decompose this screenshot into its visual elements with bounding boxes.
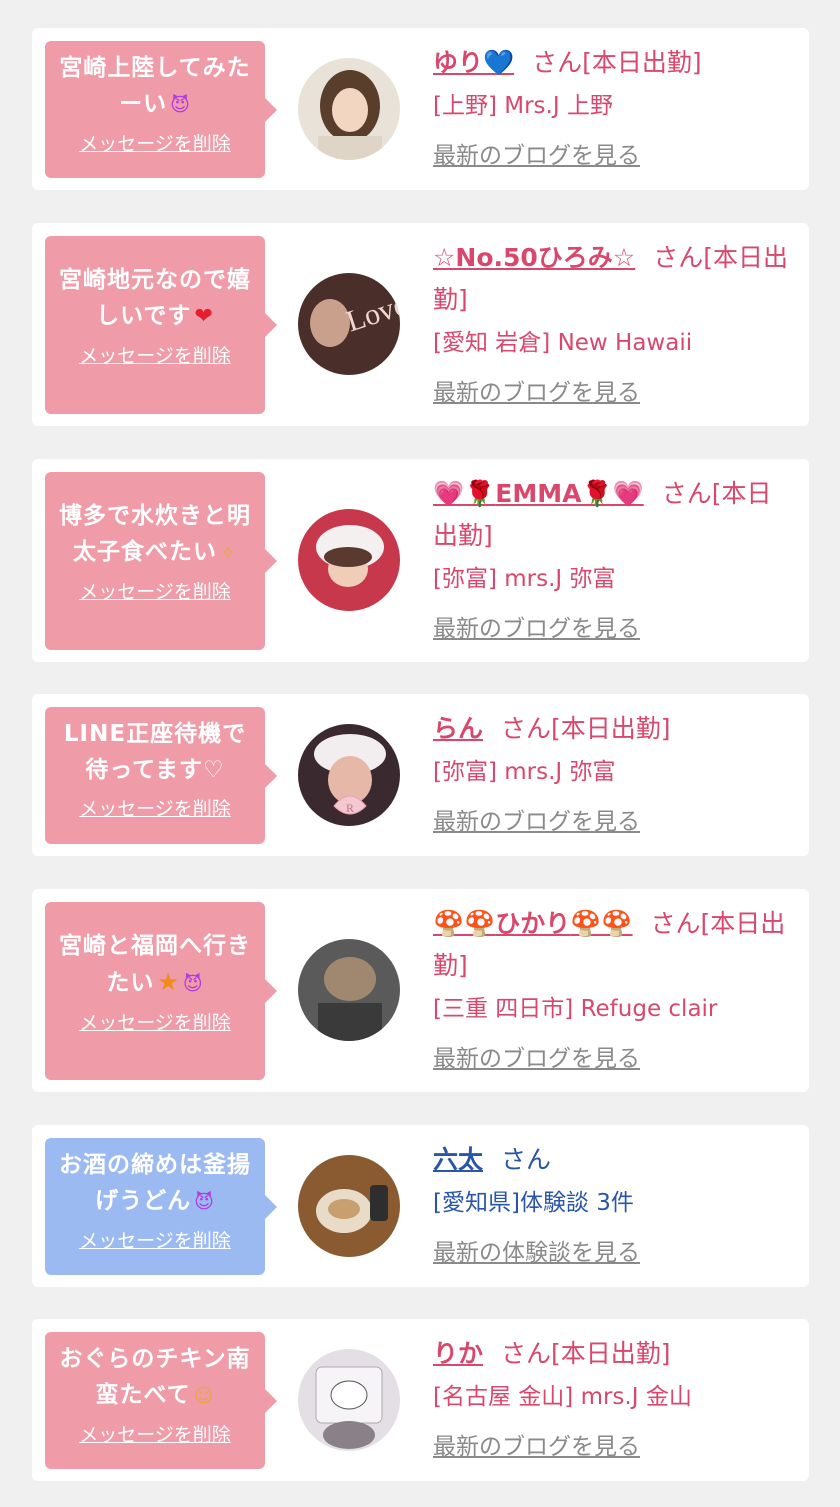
shop-name: [愛知 岩倉] New Hawaii bbox=[433, 330, 693, 356]
delete-message-link[interactable]: メッセージを削除 bbox=[55, 1226, 255, 1253]
red-heart-icon: ❤ bbox=[194, 304, 214, 329]
girl-info: ☆No.50ひろみ☆ さん[本日出勤] [愛知 岩倉] New Hawaii 最新… bbox=[433, 237, 793, 407]
blue-heart-icon: 💙 bbox=[483, 48, 515, 77]
honorific: さん[本日出勤] bbox=[532, 48, 702, 77]
girl-name-link[interactable]: 🍄🍄ひかり🍄🍄 bbox=[433, 909, 633, 938]
user-info: 六太 さん [愛知県]体験談 3件 最新の体験談を見る bbox=[433, 1139, 793, 1267]
message-bubble: おぐらのチキン南蛮たべて ☺ メッセージを削除 bbox=[45, 1332, 277, 1469]
delete-message-link[interactable]: メッセージを削除 bbox=[55, 1008, 255, 1035]
shop-name: [上野] Mrs.J 上野 bbox=[433, 93, 613, 119]
delete-message-link[interactable]: メッセージを削除 bbox=[55, 794, 255, 821]
honorific: さん[本日出勤] bbox=[501, 1339, 671, 1368]
sparkle-icon: ✧ bbox=[220, 542, 237, 564]
latest-review-link[interactable]: 最新の体験談を見る bbox=[433, 1233, 640, 1267]
message-card: 博多で水炊きと明太子食べたい ✧ メッセージを削除 💗🌹EMMA🌹💗 さん[本日出勤… bbox=[32, 459, 809, 662]
shop-name: [名古屋 金山] mrs.J 金山 bbox=[433, 1384, 692, 1410]
message-bubble: お酒の締めは釜揚げうどん 😈 メッセージを削除 bbox=[45, 1138, 277, 1275]
message-bubble: 宮崎と福岡へ行きたい ★ 😈 メッセージを削除 bbox=[45, 902, 277, 1080]
avatar[interactable] bbox=[298, 58, 400, 160]
rose-heart-icon: 🌹💗 bbox=[581, 479, 644, 508]
girl-name-link[interactable]: らん bbox=[433, 714, 483, 743]
avatar[interactable] bbox=[298, 939, 400, 1041]
name-line: 六太 さん bbox=[433, 1139, 793, 1181]
message-card: お酒の締めは釜揚げうどん 😈 メッセージを削除 六太 さん [愛知県]体験談 3件 … bbox=[32, 1125, 809, 1287]
girl-name-link[interactable]: 💗🌹EMMA🌹💗 bbox=[433, 479, 644, 508]
girl-name-link[interactable]: ☆No.50ひろみ☆ bbox=[433, 243, 635, 272]
latest-blog-link[interactable]: 最新のブログを見る bbox=[433, 802, 640, 836]
message-bubble: LINE正座待機で待ってます♡ メッセージを削除 bbox=[45, 707, 277, 844]
message-text: 宮崎上陸してみたーい 😈 bbox=[55, 50, 255, 123]
delete-message-link[interactable]: メッセージを削除 bbox=[55, 129, 255, 156]
shop-name: [三重 四日市] Refuge clair bbox=[433, 996, 718, 1022]
girl-info: ゆり💙 さん[本日出勤] [上野] Mrs.J 上野 最新のブログを見る bbox=[433, 42, 793, 170]
message-text: 博多で水炊きと明太子食べたい ✧ bbox=[55, 498, 255, 571]
name-line: ゆり💙 さん[本日出勤] bbox=[433, 42, 793, 84]
avatar[interactable] bbox=[298, 509, 400, 611]
message-text: 宮崎地元なので嬉しいです ❤ bbox=[55, 262, 255, 335]
message-bubble: 博多で水炊きと明太子食べたい ✧ メッセージを削除 bbox=[45, 472, 277, 650]
star-icon: ★ bbox=[157, 968, 180, 996]
message-list-page: 宮崎上陸してみたーい 😈 メッセージを削除 ゆり💙 さん[本日出勤] [上野] Mr… bbox=[0, 0, 840, 1507]
delete-message-link[interactable]: メッセージを削除 bbox=[55, 577, 255, 604]
name-line: りか さん[本日出勤] bbox=[433, 1333, 793, 1375]
message-text: お酒の締めは釜揚げうどん 😈 bbox=[55, 1147, 255, 1220]
message-card: 宮崎上陸してみたーい 😈 メッセージを削除 ゆり💙 さん[本日出勤] [上野] Mr… bbox=[32, 28, 809, 190]
girl-info: 🍄🍄ひかり🍄🍄 さん[本日出勤] [三重 四日市] Refuge clair 最新… bbox=[433, 903, 793, 1073]
name-line: 🍄🍄ひかり🍄🍄 さん[本日出勤] bbox=[433, 903, 793, 987]
user-name-link[interactable]: 六太 bbox=[433, 1145, 483, 1174]
shop-name: [弥富] mrs.J 弥富 bbox=[433, 759, 616, 785]
name-line: ☆No.50ひろみ☆ さん[本日出勤] bbox=[433, 237, 793, 321]
avatar[interactable] bbox=[298, 1349, 400, 1451]
latest-blog-link[interactable]: 最新のブログを見る bbox=[433, 609, 640, 643]
svg-text:R: R bbox=[346, 801, 354, 815]
message-card: 宮崎と福岡へ行きたい ★ 😈 メッセージを削除 🍄🍄ひかり🍄🍄 さん[本日出勤] [三… bbox=[32, 889, 809, 1092]
honorific: さん bbox=[501, 1145, 552, 1174]
review-count: [愛知県]体験談 3件 bbox=[433, 1190, 634, 1216]
avatar[interactable] bbox=[298, 1155, 400, 1257]
message-card: 宮崎地元なので嬉しいです ❤ メッセージを削除 Love ☆No.50ひろみ☆ さん… bbox=[32, 223, 809, 426]
message-text: LINE正座待機で待ってます♡ bbox=[63, 721, 247, 783]
message-card: LINE正座待機で待ってます♡ メッセージを削除 R らん さん[本日出勤] [弥… bbox=[32, 694, 809, 856]
mushroom-icon: 🍄🍄 bbox=[433, 909, 496, 938]
message-card: おぐらのチキン南蛮たべて ☺ メッセージを削除 りか さん[本日出勤] [名古屋 金… bbox=[32, 1319, 809, 1481]
girl-name-link[interactable]: りか bbox=[433, 1339, 483, 1368]
message-text: 宮崎と福岡へ行きたい ★ 😈 bbox=[55, 928, 255, 1002]
avatar[interactable]: R bbox=[298, 724, 400, 826]
heart-rose-icon: 💗🌹 bbox=[433, 479, 496, 508]
message-text: おぐらのチキン南蛮たべて ☺ bbox=[55, 1341, 255, 1414]
grin-icon: ☺ bbox=[193, 1385, 215, 1407]
girl-info: りか さん[本日出勤] [名古屋 金山] mrs.J 金山 最新のブログを見る bbox=[433, 1333, 793, 1461]
latest-blog-link[interactable]: 最新のブログを見る bbox=[433, 373, 640, 407]
devil-smile-icon: 😈 bbox=[170, 94, 191, 116]
latest-blog-link[interactable]: 最新のブログを見る bbox=[433, 1039, 640, 1073]
mushroom-icon: 🍄🍄 bbox=[570, 909, 633, 938]
latest-blog-link[interactable]: 最新のブログを見る bbox=[433, 136, 640, 170]
devil-smile-icon: 😈 bbox=[182, 973, 204, 995]
girl-info: らん さん[本日出勤] [弥富] mrs.J 弥富 最新のブログを見る bbox=[433, 708, 793, 836]
delete-message-link[interactable]: メッセージを削除 bbox=[55, 1420, 255, 1447]
devil-smile-icon: 😈 bbox=[194, 1191, 215, 1213]
shop-name: [弥富] mrs.J 弥富 bbox=[433, 566, 616, 592]
message-bubble: 宮崎上陸してみたーい 😈 メッセージを削除 bbox=[45, 41, 277, 178]
girl-name-link[interactable]: ゆり💙 bbox=[433, 48, 514, 77]
delete-message-link[interactable]: メッセージを削除 bbox=[55, 341, 255, 368]
latest-blog-link[interactable]: 最新のブログを見る bbox=[433, 1427, 640, 1461]
message-bubble: 宮崎地元なので嬉しいです ❤ メッセージを削除 bbox=[45, 236, 277, 414]
honorific: さん[本日出勤] bbox=[501, 714, 671, 743]
avatar[interactable]: Love bbox=[298, 273, 400, 375]
name-line: らん さん[本日出勤] bbox=[433, 708, 793, 750]
name-line: 💗🌹EMMA🌹💗 さん[本日出勤] bbox=[433, 473, 793, 557]
girl-info: 💗🌹EMMA🌹💗 さん[本日出勤] [弥富] mrs.J 弥富 最新のブログを見る bbox=[433, 473, 793, 643]
